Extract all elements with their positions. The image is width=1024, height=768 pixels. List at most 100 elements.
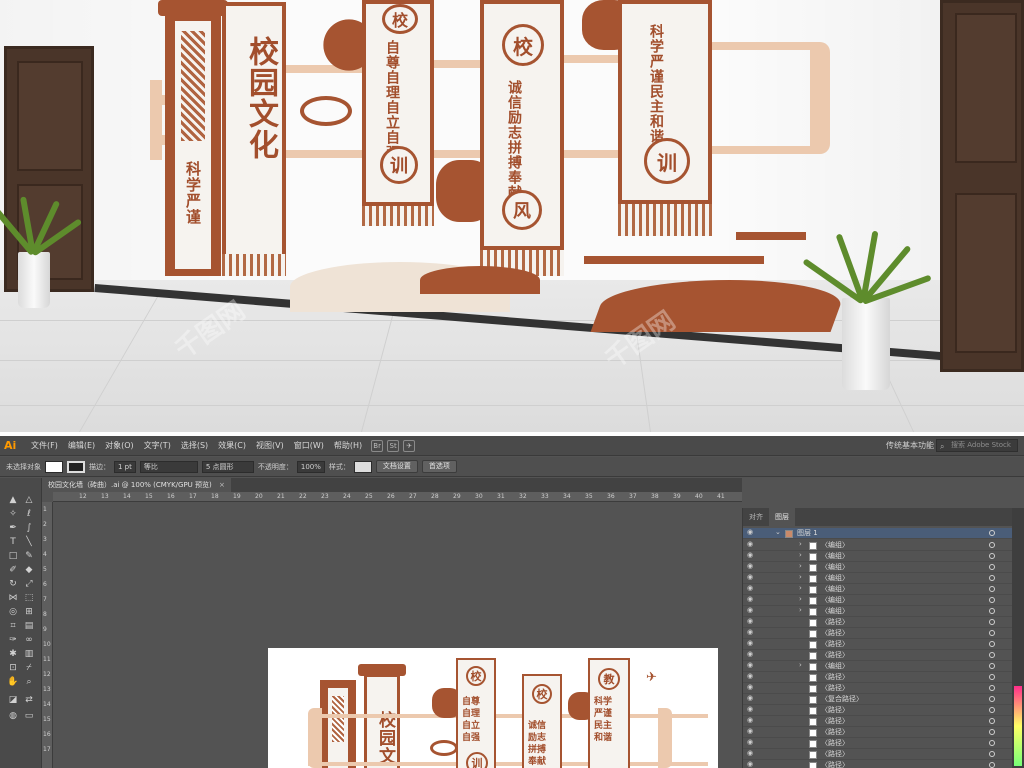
draw-mode-icon[interactable]: ◍ <box>6 710 20 722</box>
target-icon[interactable] <box>989 630 995 636</box>
layer-row[interactable]: ◉ › 〈编组〉 <box>743 661 1024 672</box>
magic-wand-icon[interactable]: ✧ <box>6 508 20 520</box>
target-icon[interactable] <box>989 619 995 625</box>
layer-row[interactable]: ◉ 〈路径〉 <box>743 738 1024 749</box>
chevron-right-icon[interactable]: › <box>799 540 802 548</box>
eye-icon[interactable]: ◉ <box>747 705 753 713</box>
rectangle-tool-icon[interactable]: □ <box>6 550 20 562</box>
target-icon[interactable] <box>989 674 995 680</box>
menu-type[interactable]: 文字(T) <box>139 440 176 451</box>
slice-tool-icon[interactable]: ⌿ <box>22 662 36 674</box>
menu-object[interactable]: 对象(O) <box>100 440 139 451</box>
layer-row-top[interactable]: ◉ ⌄ 图层 1 <box>743 528 1024 539</box>
target-icon[interactable] <box>989 751 995 757</box>
artboard[interactable]: 校园文 校 自尊 自理 自立 自强 训 校 诚信 励志 拼搏 奉献 教 科学 严… <box>268 648 718 768</box>
menu-effect[interactable]: 效果(C) <box>213 440 251 451</box>
target-icon[interactable] <box>989 608 995 614</box>
swap-colors-icon[interactable]: ⇄ <box>22 694 36 706</box>
chevron-right-icon[interactable]: › <box>799 595 802 603</box>
eye-icon[interactable]: ◉ <box>747 727 753 735</box>
target-icon[interactable] <box>989 542 995 548</box>
target-icon[interactable] <box>989 586 995 592</box>
stroke-weight-field[interactable]: 1 pt <box>114 460 136 473</box>
document-setup-button[interactable]: 文档设置 <box>375 460 418 473</box>
eye-icon[interactable]: ◉ <box>747 584 753 592</box>
gpu-icon[interactable]: ✈ <box>403 439 416 452</box>
layer-row[interactable]: ◉ 〈路径〉 <box>743 749 1024 760</box>
brush-select[interactable]: 5 点圆形 <box>201 460 254 473</box>
menu-help[interactable]: 帮助(H) <box>329 440 367 451</box>
pen-tool-icon[interactable]: ✒ <box>6 522 20 534</box>
layer-row[interactable]: ◉ 〈路径〉 <box>743 705 1024 716</box>
menu-file[interactable]: 文件(F) <box>26 440 63 451</box>
stroke-profile-select[interactable]: 等比 <box>139 460 198 473</box>
tab-layers[interactable]: 图层 <box>769 508 795 526</box>
layer-row[interactable]: ◉ 〈路径〉 <box>743 617 1024 628</box>
canvas[interactable]: 校园文 校 自尊 自理 自立 自强 训 校 诚信 励志 拼搏 奉献 教 科学 严… <box>54 503 742 768</box>
layer-row[interactable]: ◉ 〈路径〉 <box>743 672 1024 683</box>
eye-icon[interactable]: ◉ <box>747 760 753 768</box>
chevron-right-icon[interactable]: › <box>799 584 802 592</box>
layer-row[interactable]: ◉ › 〈编组〉 <box>743 595 1024 606</box>
symbol-sprayer-icon[interactable]: ✱ <box>6 648 20 660</box>
eye-icon[interactable]: ◉ <box>747 716 753 724</box>
chevron-right-icon[interactable]: › <box>799 562 802 570</box>
menu-edit[interactable]: 编辑(E) <box>63 440 100 451</box>
layer-row[interactable]: ◉ › 〈编组〉 <box>743 562 1024 573</box>
eye-icon[interactable]: ◉ <box>747 617 753 625</box>
layer-row[interactable]: ◉ 〈复合路径〉 <box>743 694 1024 705</box>
hand-tool-icon[interactable]: ✋ <box>6 676 20 688</box>
chevron-right-icon[interactable]: › <box>799 551 802 559</box>
type-tool-icon[interactable]: T <box>6 536 20 548</box>
chevron-down-icon[interactable]: ⌄ <box>775 528 781 536</box>
eye-icon[interactable]: ◉ <box>747 694 753 702</box>
eye-icon[interactable]: ◉ <box>747 661 753 669</box>
layer-row[interactable]: ◉ › 〈编组〉 <box>743 551 1024 562</box>
fill-swatch[interactable] <box>45 460 63 473</box>
lasso-icon[interactable]: ℓ <box>22 508 36 520</box>
target-icon[interactable] <box>989 530 995 536</box>
style-swatch[interactable] <box>353 460 372 473</box>
layer-row[interactable]: ◉ › 〈编组〉 <box>743 573 1024 584</box>
zoom-tool-icon[interactable]: ⌕ <box>22 676 36 688</box>
layer-row[interactable]: ◉ › 〈编组〉 <box>743 584 1024 595</box>
target-icon[interactable] <box>989 740 995 746</box>
vertical-ruler[interactable]: 1 2 3 4 5 6 7 8 9 10 11 12 13 14 15 16 17 <box>42 502 53 768</box>
menu-select[interactable]: 选择(S) <box>176 440 213 451</box>
layer-row[interactable]: ◉ 〈路径〉 <box>743 683 1024 694</box>
preferences-button[interactable]: 首选项 <box>421 460 457 473</box>
layer-row[interactable]: ◉ › 〈编组〉 <box>743 606 1024 617</box>
target-icon[interactable] <box>989 685 995 691</box>
perspective-grid-icon[interactable]: ⊞ <box>22 606 36 618</box>
stock-icon[interactable]: St <box>387 439 400 452</box>
eye-icon[interactable]: ◉ <box>747 650 753 658</box>
document-tab[interactable]: 校园文化墙（砖曲）.ai @ 100% (CMYK/GPU 预览) × <box>42 478 231 492</box>
selection-tool-icon[interactable]: ▲ <box>6 494 20 506</box>
eyedropper-icon[interactable]: ✑ <box>6 634 20 646</box>
eye-icon[interactable]: ◉ <box>747 672 753 680</box>
eye-icon[interactable]: ◉ <box>747 573 753 581</box>
eye-icon[interactable]: ◉ <box>747 639 753 647</box>
fill-stroke-icon[interactable]: ◪ <box>6 694 20 706</box>
eye-icon[interactable]: ◉ <box>747 628 753 636</box>
target-icon[interactable] <box>989 564 995 570</box>
eye-icon[interactable]: ◉ <box>747 528 753 536</box>
target-icon[interactable] <box>989 707 995 713</box>
target-icon[interactable] <box>989 652 995 658</box>
layer-row[interactable]: ◉ › 〈编组〉 <box>743 540 1024 551</box>
eye-icon[interactable]: ◉ <box>747 540 753 548</box>
target-icon[interactable] <box>989 729 995 735</box>
gradient-tool-icon[interactable]: ▤ <box>22 620 36 632</box>
chevron-right-icon[interactable]: › <box>799 661 802 669</box>
free-transform-icon[interactable]: ⬚ <box>22 592 36 604</box>
target-icon[interactable] <box>989 718 995 724</box>
artboard-tool-icon[interactable]: ⊡ <box>6 662 20 674</box>
workspace-switcher[interactable]: 传统基本功能 <box>886 440 934 451</box>
tab-align[interactable]: 对齐 <box>743 508 769 526</box>
color-spectrum[interactable] <box>1014 686 1022 766</box>
eye-icon[interactable]: ◉ <box>747 749 753 757</box>
eye-icon[interactable]: ◉ <box>747 738 753 746</box>
target-icon[interactable] <box>989 641 995 647</box>
blend-tool-icon[interactable]: ∞ <box>22 634 36 646</box>
layer-row[interactable]: ◉ 〈路径〉 <box>743 639 1024 650</box>
